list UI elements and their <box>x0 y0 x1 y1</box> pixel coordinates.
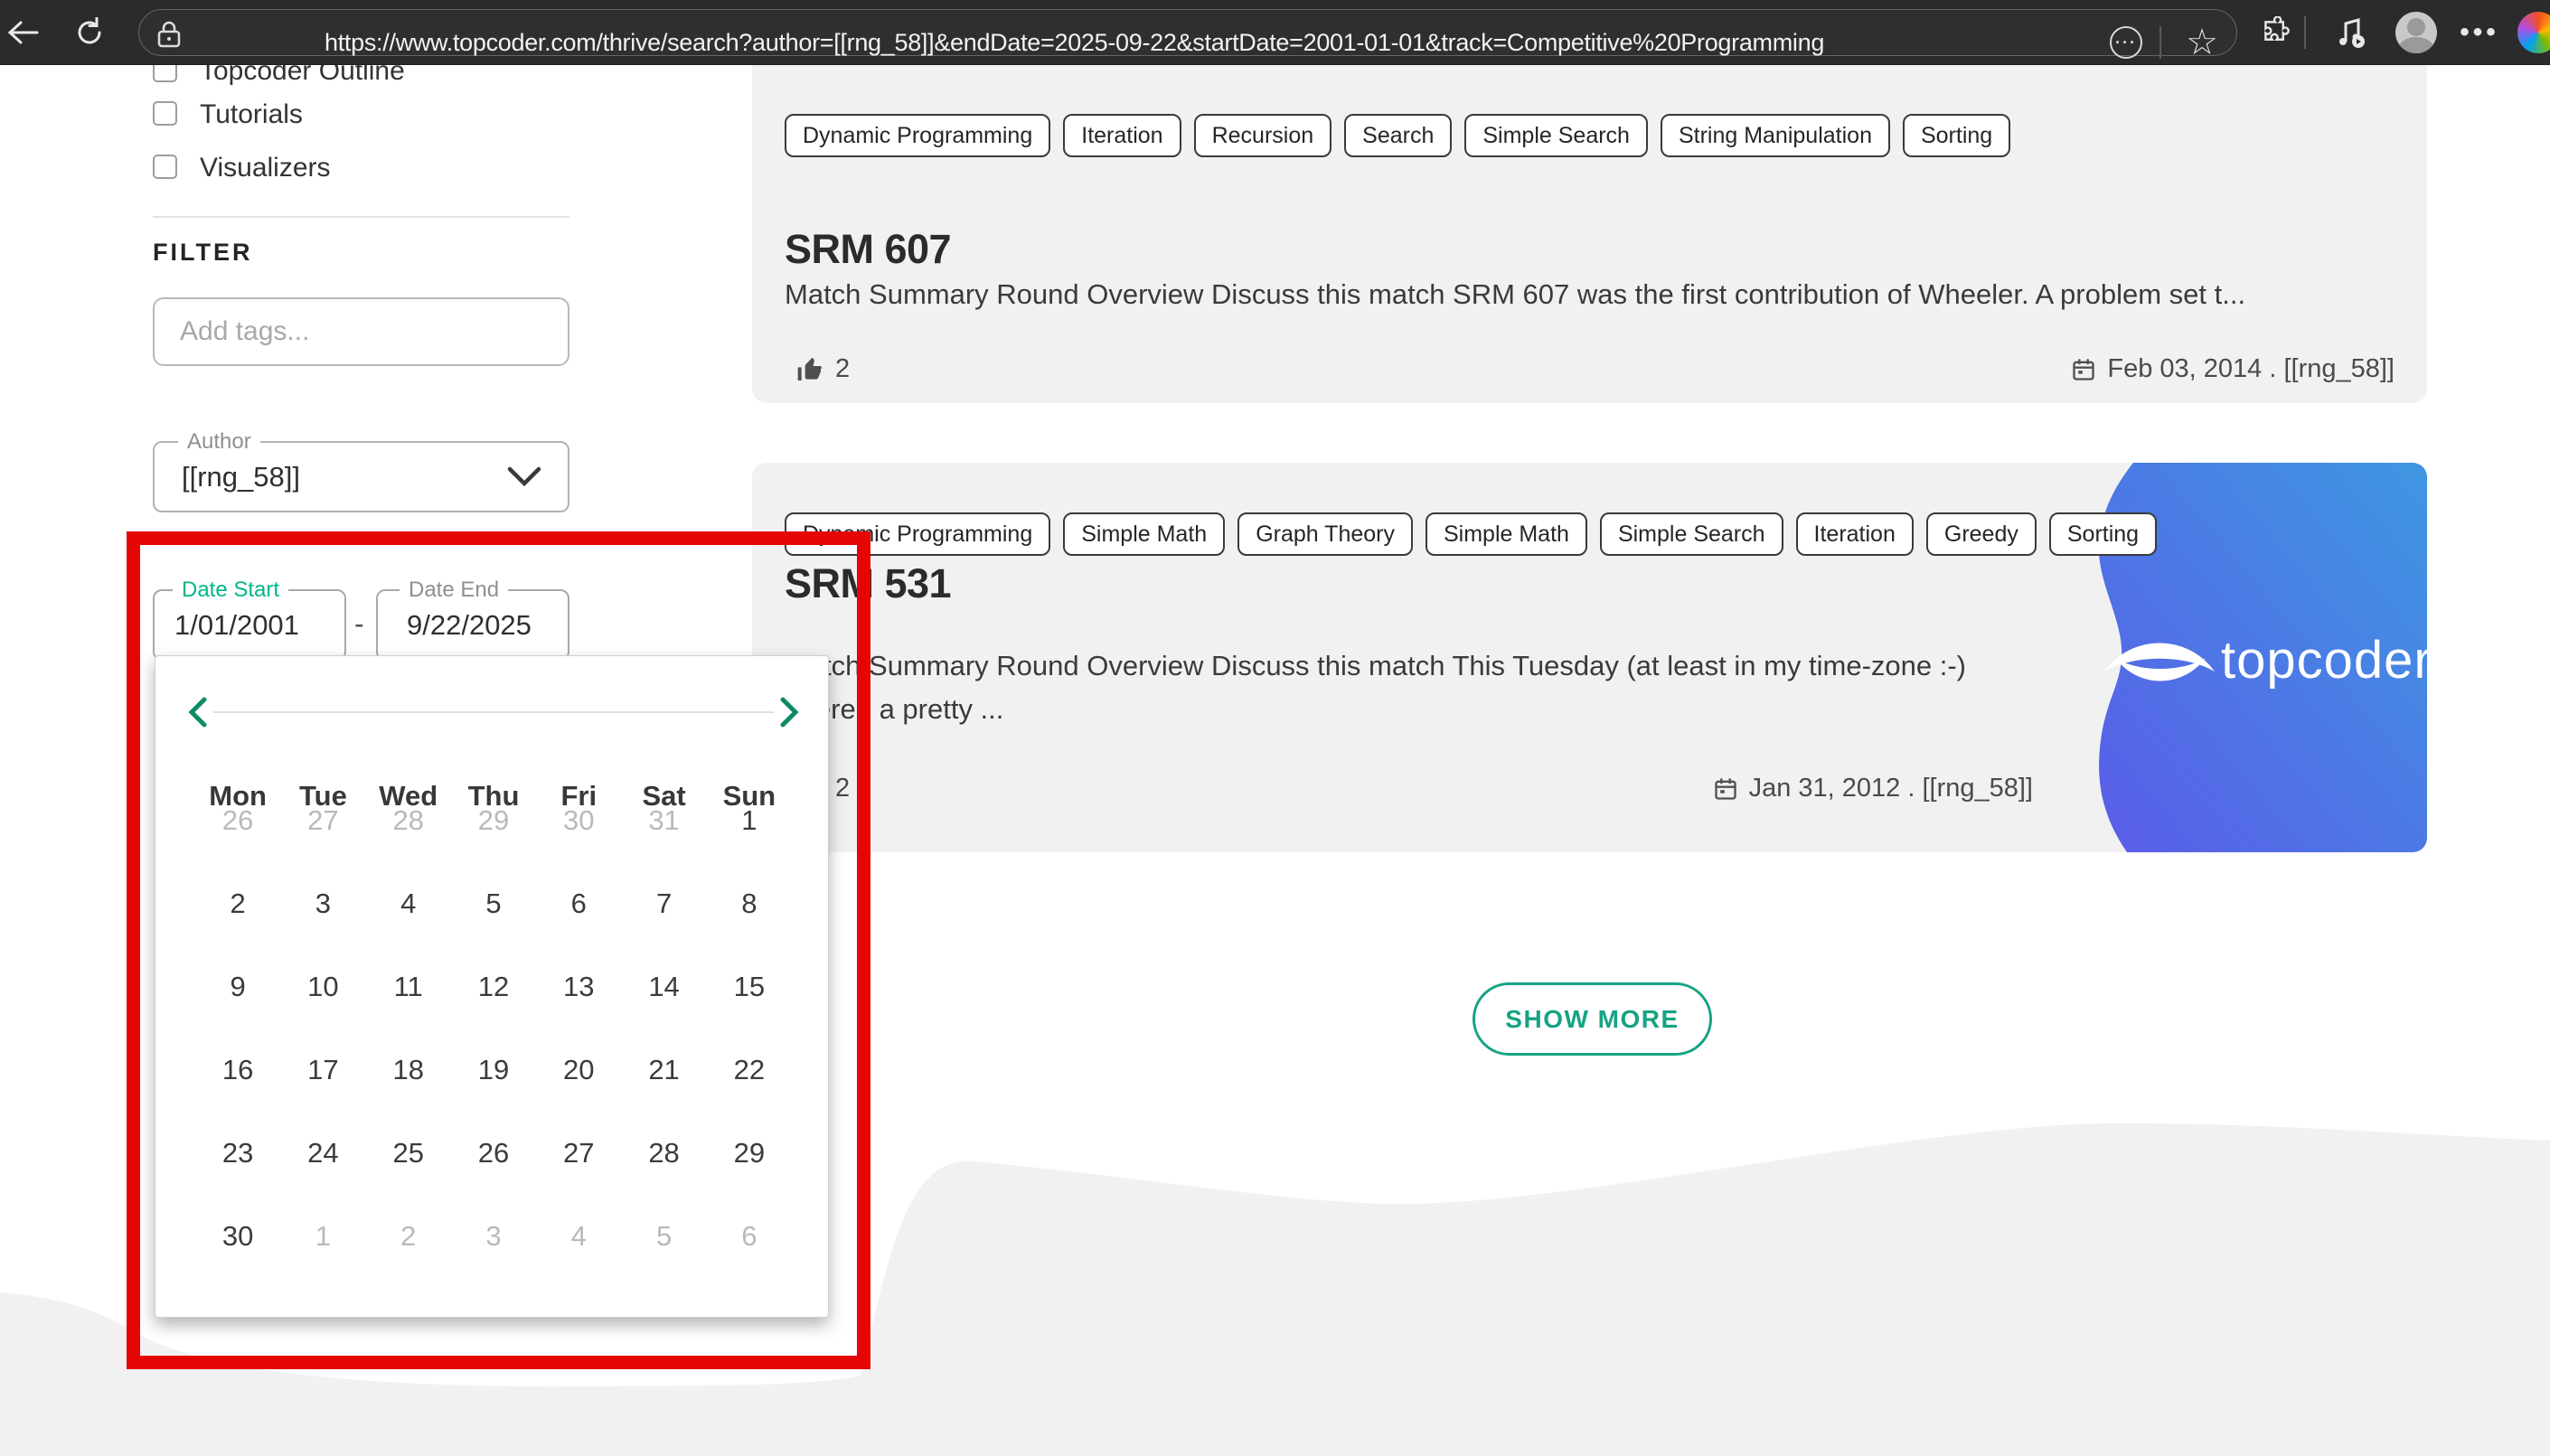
tag-row: Dynamic Programming Iteration Recursion Sea… <box>785 114 2010 157</box>
calendar-icon <box>2071 357 2096 382</box>
tag-pill[interactable]: Sorting <box>1903 114 2010 157</box>
settings-meatballs-icon[interactable]: ••• <box>2457 0 2502 65</box>
sidebar-divider <box>153 216 569 218</box>
copilot-icon[interactable] <box>2516 0 2550 65</box>
page: Dynamic Programming Iteration Recursion Sea… <box>0 0 2550 1456</box>
tag-pill[interactable]: Dynamic Programming <box>785 114 1050 157</box>
tag-pill[interactable]: Search <box>1344 114 1452 157</box>
article-description-line1: Match Summary Round Overview Discuss thi… <box>785 650 1966 682</box>
likes: 2 <box>795 354 850 384</box>
profile-avatar[interactable] <box>2394 0 2439 65</box>
show-more-button[interactable]: SHOW MORE <box>1473 982 1712 1056</box>
browser-toolbar: https://www.topcoder.com/thrive/search?a… <box>0 0 2550 65</box>
publish-date: Feb 03, 2014 . [[rng_58]] <box>2071 354 2395 384</box>
checkbox-visualizers[interactable] <box>153 155 177 179</box>
tag-pill[interactable]: Iteration <box>1063 114 1181 157</box>
refresh-icon[interactable] <box>69 0 110 65</box>
tag-pill[interactable]: Iteration <box>1796 512 1914 556</box>
publish-date-text: Feb 03, 2014 . [[rng_58]] <box>2107 354 2395 384</box>
tag-pill[interactable]: Sorting <box>2049 512 2157 556</box>
address-bar[interactable]: https://www.topcoder.com/thrive/search?a… <box>138 9 2237 56</box>
tag-pill[interactable]: Simple Search <box>1600 512 1783 556</box>
tag-pill[interactable]: Simple Math <box>1063 512 1225 556</box>
more-options-dots-icon[interactable]: ··· <box>2108 10 2144 75</box>
tag-pill[interactable]: String Manipulation <box>1661 114 1890 157</box>
publish-date: Jan 31, 2012 . [[rng_58]] <box>1713 774 2033 803</box>
tag-pill[interactable]: Graph Theory <box>1237 512 1413 556</box>
checkbox-tutorials[interactable] <box>153 101 177 126</box>
author-dropdown[interactable]: Author [[rng_58]] <box>153 441 569 512</box>
extensions-puzzle-icon[interactable] <box>2256 0 2296 65</box>
chevron-down-icon[interactable] <box>506 465 542 488</box>
thumbs-up-icon <box>795 355 824 384</box>
annotation-highlight-rectangle <box>127 531 870 1369</box>
article-footer: 2 Jan 31, 2012 . [[rng_58]] <box>785 774 2395 810</box>
checkbox-label: Tutorials <box>200 99 303 130</box>
article-card-srm531[interactable]: topcoder Dynamic ProgrammingSimple MathG… <box>752 463 2427 852</box>
article-card-srm607[interactable]: Dynamic Programming Iteration Recursion Sea… <box>752 45 2427 403</box>
favorite-star-icon[interactable]: ☆ <box>2184 10 2220 75</box>
media-controls-icon[interactable] <box>2329 0 2374 65</box>
topcoder-logo-text: topcoder <box>2221 631 2427 690</box>
likes-count: 2 <box>835 354 850 384</box>
tag-row: Dynamic ProgrammingSimple MathGraph Theo… <box>785 512 2157 556</box>
author-label: Author <box>178 429 260 455</box>
tag-pill[interactable]: Greedy <box>1926 512 2037 556</box>
filter-heading: FILTER <box>153 239 252 267</box>
tag-pill[interactable]: Recursion <box>1194 114 1332 157</box>
back-icon[interactable] <box>5 0 42 65</box>
tag-pill[interactable]: Simple Math <box>1426 512 1587 556</box>
toolbar-divider <box>2304 16 2306 49</box>
tag-pill[interactable]: Simple Search <box>1464 114 1648 157</box>
article-title[interactable]: SRM 607 <box>785 226 951 273</box>
article-description: Match Summary Round Overview Discuss thi… <box>785 278 2245 311</box>
lock-icon <box>157 21 181 48</box>
checkbox-label: Visualizers <box>200 153 331 183</box>
author-value: [[rng_58]] <box>182 461 300 493</box>
article-footer: 2 Feb 03, 2014 . [[rng_58]] <box>785 354 2395 390</box>
calendar-icon <box>1713 776 1738 802</box>
url-text[interactable]: https://www.topcoder.com/thrive/search?a… <box>325 10 1824 75</box>
address-bar-divider <box>2160 26 2161 59</box>
add-tags-input[interactable] <box>153 297 569 366</box>
publish-date-text: Jan 31, 2012 . [[rng_58]] <box>1749 774 2033 803</box>
